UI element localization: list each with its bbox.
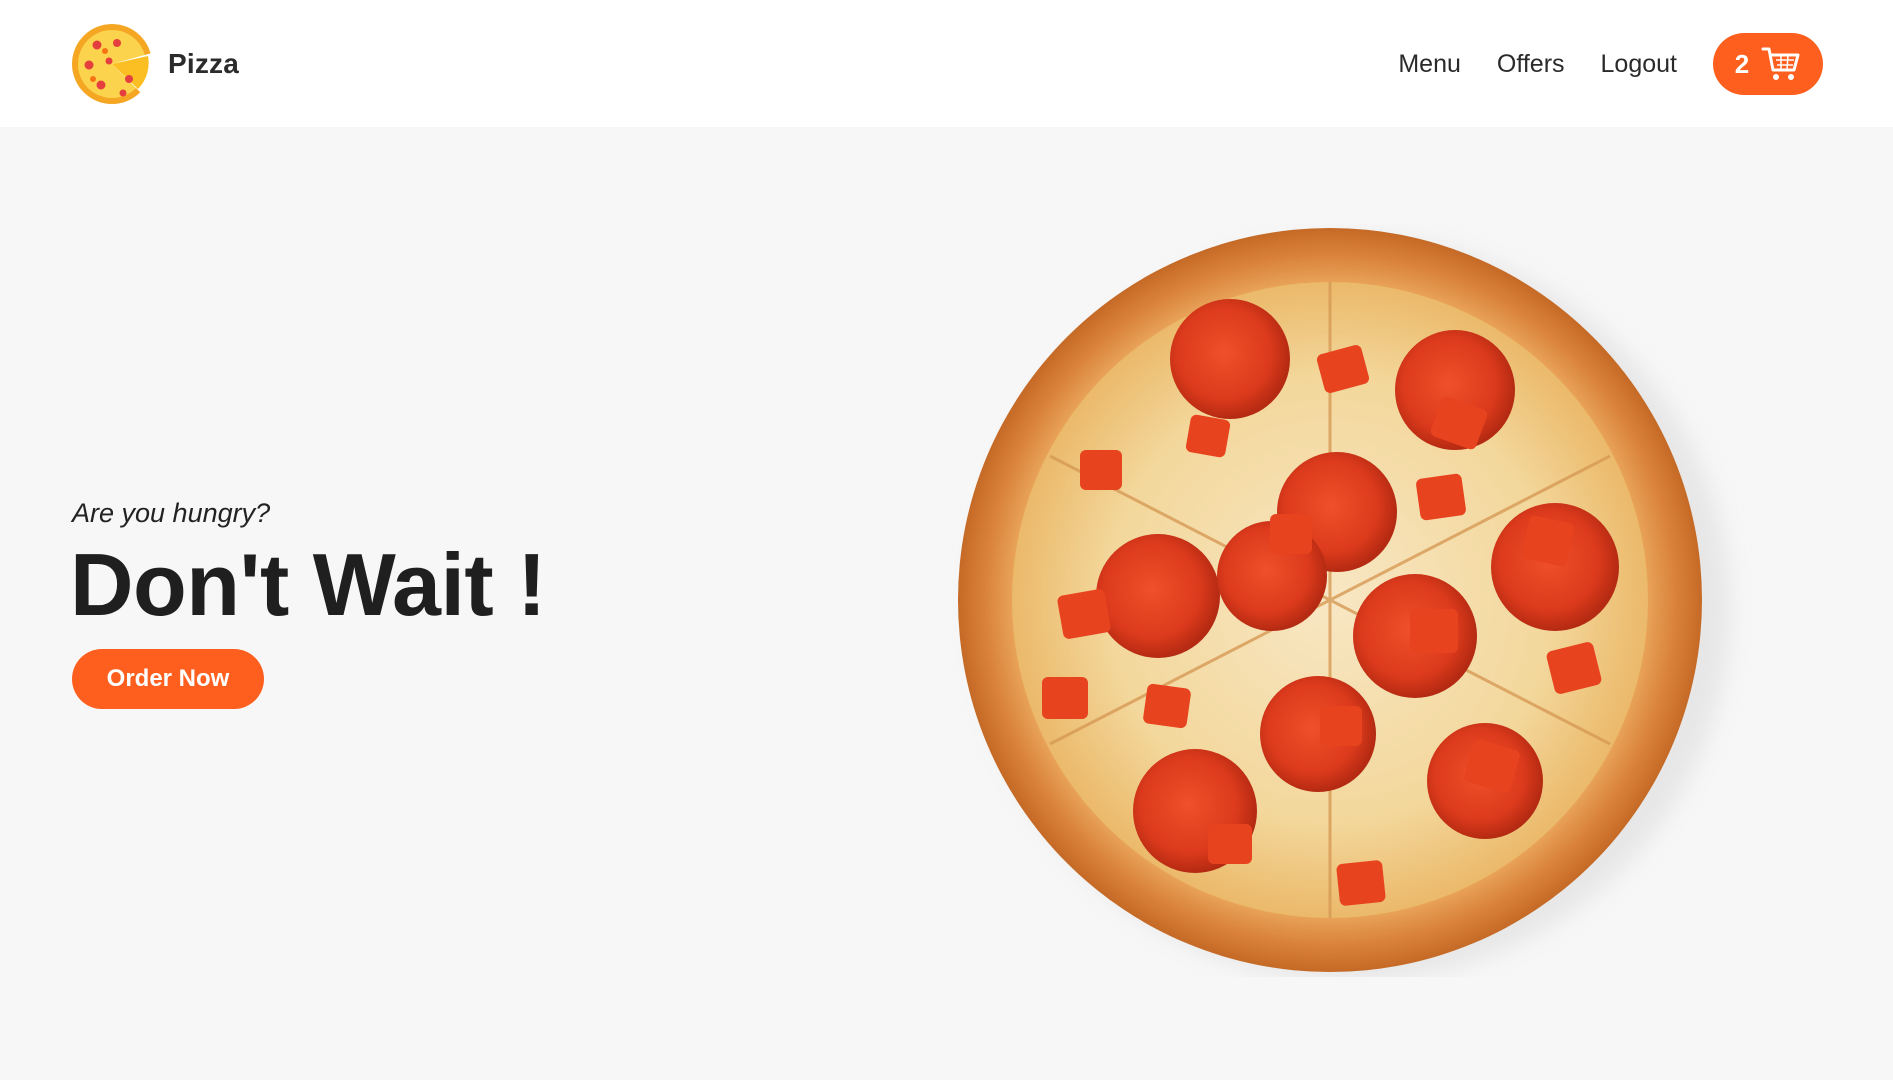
- hero-section: Are you hungry? Don't Wait ! Order Now: [0, 127, 1893, 1080]
- hero-title: Don't Wait !: [70, 535, 546, 634]
- cart-button[interactable]: 2: [1713, 33, 1823, 95]
- pizza-logo-icon: [72, 24, 153, 104]
- pizza-illustration: [958, 228, 1730, 977]
- brand-link[interactable]: Pizza: [71, 23, 239, 105]
- navbar: Pizza Menu Offers Logout 2: [0, 0, 1893, 127]
- nav-links: Menu Offers Logout 2: [1398, 33, 1823, 95]
- nav-link-offers[interactable]: Offers: [1497, 50, 1565, 79]
- hero-text: Are you hungry? Don't Wait ! Order Now: [70, 497, 546, 709]
- nav-link-logout[interactable]: Logout: [1601, 50, 1677, 79]
- nav-link-menu[interactable]: Menu: [1398, 50, 1461, 79]
- brand-name: Pizza: [168, 48, 240, 79]
- pepperoni-pizza-image: [940, 224, 1760, 977]
- cart-count: 2: [1734, 48, 1750, 79]
- order-now-button[interactable]: Order Now: [72, 649, 264, 709]
- hero-subtitle: Are you hungry?: [72, 498, 271, 528]
- shopping-cart-icon: [1761, 47, 1800, 80]
